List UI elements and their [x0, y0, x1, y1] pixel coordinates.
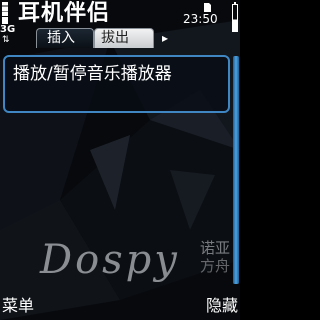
tab-bar: 插入 拔出: [36, 28, 154, 48]
watermark-text: 方舟: [200, 257, 231, 275]
clock: 23:50: [183, 12, 218, 26]
watermark-text: 诺亚: [200, 239, 231, 257]
tab-scroll-right-icon[interactable]: ▸: [162, 30, 168, 46]
scrollbar-thumb[interactable]: [233, 56, 239, 284]
left-softkey-menu[interactable]: 菜单: [2, 296, 34, 316]
scrollbar[interactable]: [233, 56, 239, 284]
watermark-logo: Dospy: [40, 237, 180, 283]
battery-icon: [232, 2, 238, 32]
memory-card-icon: [204, 3, 211, 12]
tab-remove[interactable]: 拔出: [94, 28, 154, 48]
network-type-label: 3G: [0, 24, 16, 35]
phone-screen: 3G ⇅ 耳机伴侣 23:50 插入 拔出 ▸ 播放/暂停音乐播放器 Dospy…: [0, 0, 240, 320]
list-item-play-pause[interactable]: 播放/暂停音乐播放器: [3, 55, 230, 113]
list-item-label: 播放/暂停音乐播放器: [13, 64, 172, 84]
data-transfer-icon: ⇅: [2, 35, 10, 45]
signal-strength-icon: [2, 2, 8, 24]
tab-insert[interactable]: 插入: [36, 28, 94, 48]
app-title: 耳机伴侣: [18, 1, 111, 26]
right-softkey-hide[interactable]: 隐藏: [206, 296, 238, 316]
